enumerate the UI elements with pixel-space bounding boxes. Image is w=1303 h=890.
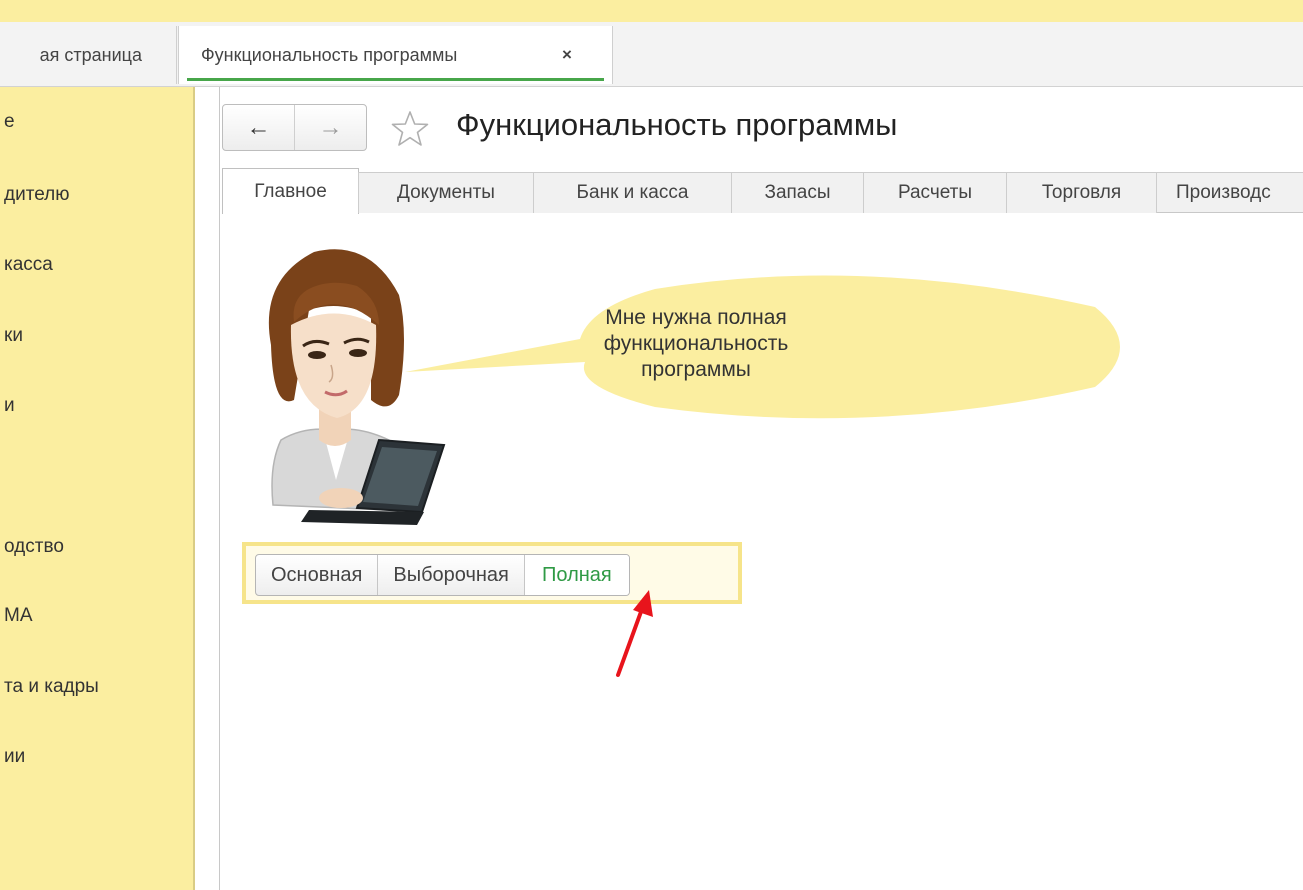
tab-bank-cash[interactable]: Банк и касса [533,172,732,213]
sidebar-item-7[interactable]: МА [4,605,33,627]
star-outline-icon[interactable] [390,109,430,149]
back-button[interactable]: ← [223,105,295,150]
window-tabs-bar: ая страница Функциональность программы × [0,22,1303,87]
mode-option-basic[interactable]: Основная [256,555,379,595]
tab-home-page[interactable]: ая страница [0,26,177,84]
functionality-mode-selector: Основная Выборочная Полная [255,554,630,596]
mode-option-selective[interactable]: Выборочная [378,555,525,595]
section-tabs: Главное Документы Банк и касса Запасы Ра… [222,168,1303,214]
sidebar-item-6[interactable]: одство [4,536,64,558]
main-content: ← → Функциональность программы Главное Д… [219,87,1303,890]
tab-inventory[interactable]: Запасы [731,172,864,213]
page-title: Функциональность программы [456,107,898,142]
top-stripe [0,0,1303,22]
tab-main[interactable]: Главное [222,168,359,214]
forward-button[interactable]: → [295,105,366,150]
red-pointer-arrow [616,590,653,677]
tab-home-label: ая страница [39,45,142,65]
sidebar-item-4[interactable]: ки [4,325,23,347]
tab-settlements[interactable]: Расчеты [863,172,1007,213]
sidebar-item-3[interactable]: касса [4,254,53,276]
tab-trade[interactable]: Торговля [1006,172,1157,213]
sidebar-item-5[interactable]: и [4,395,15,417]
sidebar-item-2[interactable]: дителю [4,184,69,206]
tab-functionality[interactable]: Функциональность программы × [178,26,613,84]
active-tab-indicator [187,78,604,81]
sections-sidebar: е дителю касса ки и одство МА та и кадры… [0,87,195,890]
sidebar-item-8[interactable]: та и кадры [4,676,99,698]
tab-production[interactable]: Производс [1156,172,1303,212]
sidebar-item-1[interactable]: е [4,111,15,133]
sidebar-item-9[interactable]: ии [4,746,25,768]
tab-functionality-label: Функциональность программы [201,45,458,65]
history-buttons: ← → [222,104,367,151]
close-tab-icon[interactable]: × [562,26,572,84]
tab-documents[interactable]: Документы [358,172,534,213]
speech-bubble-text: Мне нужна полная функциональность програ… [603,306,789,381]
